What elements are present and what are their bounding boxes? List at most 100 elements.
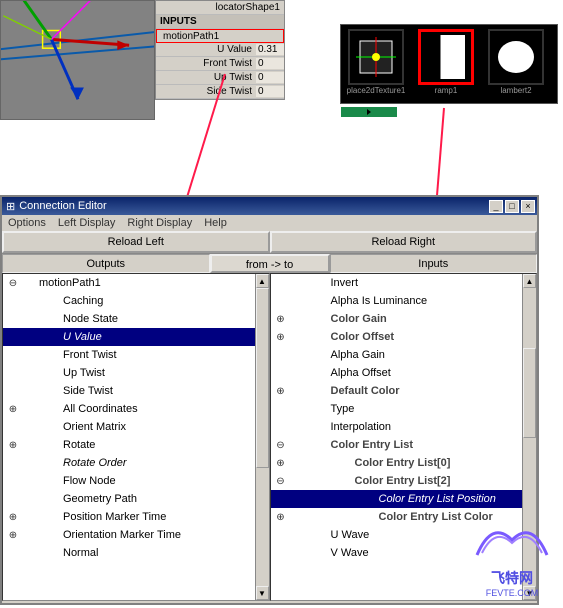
tree-row[interactable]: Caching bbox=[3, 292, 269, 310]
tree-label: V Wave bbox=[331, 547, 369, 559]
menu-help[interactable]: Help bbox=[204, 217, 227, 229]
tree-label: Up Twist bbox=[63, 367, 105, 379]
expander-icon[interactable]: ⊖ bbox=[7, 278, 19, 289]
expander-icon[interactable]: ⊖ bbox=[275, 440, 287, 451]
tree-label: Side Twist bbox=[63, 385, 113, 397]
fromto-button[interactable]: from -> to bbox=[210, 254, 330, 273]
tree-label: Position Marker Time bbox=[63, 511, 166, 523]
tree-label: Alpha Gain bbox=[331, 349, 385, 361]
attr-value[interactable]: 0 bbox=[256, 86, 284, 97]
expander-icon[interactable]: ⊕ bbox=[275, 332, 287, 343]
tree-row[interactable]: Alpha Offset bbox=[271, 364, 537, 382]
node-label: ramp1 bbox=[435, 86, 458, 95]
expander-icon[interactable]: ⊕ bbox=[7, 440, 19, 451]
tree-row[interactable]: Flow Node bbox=[3, 472, 269, 490]
expander-icon[interactable]: ⊕ bbox=[7, 512, 19, 523]
tree-row[interactable]: Normal bbox=[3, 544, 269, 562]
expander-icon[interactable]: ⊕ bbox=[7, 404, 19, 415]
tree-label: Rotate bbox=[63, 439, 95, 451]
minimize-button[interactable]: _ bbox=[489, 200, 503, 213]
scroll-down-icon[interactable]: ▼ bbox=[256, 586, 269, 600]
menu-right-display[interactable]: Right Display bbox=[127, 217, 192, 229]
tree-label: Interpolation bbox=[331, 421, 392, 433]
left-scrollbar[interactable]: ▲ ▼ bbox=[255, 274, 269, 600]
tree-label: U Wave bbox=[331, 529, 370, 541]
tree-label: Color Entry List bbox=[331, 439, 414, 451]
tree-row[interactable]: Type bbox=[271, 400, 537, 418]
tree-row[interactable]: ⊖ Color Entry List bbox=[271, 436, 537, 454]
expander-icon[interactable]: ⊕ bbox=[275, 314, 287, 325]
tree-label: motionPath1 bbox=[39, 277, 101, 289]
tree-row[interactable]: Geometry Path bbox=[3, 490, 269, 508]
outputs-header: Outputs bbox=[2, 254, 210, 273]
inputs-header: Inputs bbox=[330, 254, 538, 273]
tree-row[interactable]: U Value bbox=[3, 328, 269, 346]
hypershade-node[interactable] bbox=[418, 29, 474, 85]
tree-row[interactable]: Color Entry List Position bbox=[271, 490, 537, 508]
node-label: lambert2 bbox=[500, 86, 531, 95]
tree-label: Color Entry List Color bbox=[379, 511, 493, 523]
tree-label: Color Gain bbox=[331, 313, 387, 325]
expander-icon[interactable]: ⊖ bbox=[275, 476, 287, 487]
viewport-3d[interactable] bbox=[0, 0, 155, 120]
hypershade-node[interactable] bbox=[488, 29, 544, 85]
tree-row[interactable]: ⊖ motionPath1 bbox=[3, 274, 269, 292]
expander-icon[interactable]: ⊕ bbox=[7, 530, 19, 541]
motionpath-node[interactable]: motionPath1 bbox=[157, 31, 283, 42]
tree-row[interactable]: ⊕ Position Marker Time bbox=[3, 508, 269, 526]
window-title: Connection Editor bbox=[19, 200, 106, 212]
tree-row[interactable]: Front Twist bbox=[3, 346, 269, 364]
close-button[interactable]: × bbox=[521, 200, 535, 213]
tree-row[interactable]: Up Twist bbox=[3, 364, 269, 382]
tree-row[interactable]: ⊕All Coordinates bbox=[3, 400, 269, 418]
tree-row[interactable]: ⊕ Default Color bbox=[271, 382, 537, 400]
tree-row[interactable]: Alpha Is Luminance bbox=[271, 292, 537, 310]
tree-row[interactable]: ⊕ Color Entry List[0] bbox=[271, 454, 537, 472]
tree-row[interactable]: ⊕Color Offset bbox=[271, 328, 537, 346]
scroll-up-icon[interactable]: ▲ bbox=[256, 274, 269, 288]
inputs-header: INPUTS bbox=[156, 15, 284, 29]
attr-value[interactable]: 0.31 bbox=[256, 44, 284, 55]
tree-row[interactable]: ⊕ Color Entry List Color bbox=[271, 508, 537, 526]
maximize-button[interactable]: □ bbox=[505, 200, 519, 213]
tree-label: Color Entry List[0] bbox=[355, 457, 451, 469]
tree-row[interactable]: Invert bbox=[271, 274, 537, 292]
outputs-pane[interactable]: ⊖ motionPath1 CachingNode StateU Value Fron… bbox=[2, 273, 270, 601]
expander-icon[interactable]: ⊕ bbox=[275, 512, 287, 523]
tree-row[interactable]: V Wave bbox=[271, 544, 537, 562]
hypershade-node[interactable] bbox=[348, 29, 404, 85]
tree-label: Default Color bbox=[331, 385, 400, 397]
tree-row[interactable]: Orient Matrix bbox=[3, 418, 269, 436]
reload-right-button[interactable]: Reload Right bbox=[270, 231, 538, 253]
menu-options[interactable]: Options bbox=[8, 217, 46, 229]
scroll-up-icon[interactable]: ▲ bbox=[523, 274, 536, 288]
scroll-down-icon[interactable]: ▼ bbox=[523, 586, 536, 600]
attr-label: Side Twist bbox=[156, 86, 256, 97]
shape-label[interactable]: locatorShape1 bbox=[156, 2, 284, 13]
tree-label: Front Twist bbox=[63, 349, 117, 361]
hypershade-panel[interactable]: place2dTexture1ramp1lambert2 bbox=[340, 24, 558, 104]
expander-icon[interactable]: ⊕ bbox=[275, 386, 287, 397]
attr-value[interactable]: 0 bbox=[256, 58, 284, 69]
titlebar[interactable]: ⊞ Connection Editor _ □ × bbox=[2, 197, 537, 215]
tree-row[interactable]: Interpolation bbox=[271, 418, 537, 436]
attr-value[interactable]: 0 bbox=[256, 72, 284, 83]
tree-row[interactable]: U Wave bbox=[271, 526, 537, 544]
tree-label: Color Entry List Position bbox=[379, 493, 496, 505]
tree-row[interactable]: Alpha Gain bbox=[271, 346, 537, 364]
tree-row[interactable]: ⊕Orientation Marker Time bbox=[3, 526, 269, 544]
right-scrollbar[interactable]: ▲ ▼ bbox=[522, 274, 536, 600]
inputs-pane[interactable]: InvertAlpha Is Luminance⊕Color Gain⊕Colo… bbox=[270, 273, 538, 601]
tree-row[interactable]: ⊕ Rotate bbox=[3, 436, 269, 454]
expander-icon[interactable]: ⊕ bbox=[275, 458, 287, 469]
tree-row[interactable]: Node State bbox=[3, 310, 269, 328]
tree-row[interactable]: Side Twist bbox=[3, 382, 269, 400]
tree-row[interactable]: Rotate Order bbox=[3, 454, 269, 472]
tree-row[interactable]: ⊖Color Entry List[2] bbox=[271, 472, 537, 490]
tree-row[interactable]: ⊕ Color Gain bbox=[271, 310, 537, 328]
connection-editor-window: ⊞ Connection Editor _ □ × Options Left Di… bbox=[0, 195, 539, 605]
menu-left-display[interactable]: Left Display bbox=[58, 217, 115, 229]
play-icon[interactable] bbox=[341, 107, 397, 117]
reload-left-button[interactable]: Reload Left bbox=[2, 231, 270, 253]
tree-label: Alpha Is Luminance bbox=[331, 295, 428, 307]
